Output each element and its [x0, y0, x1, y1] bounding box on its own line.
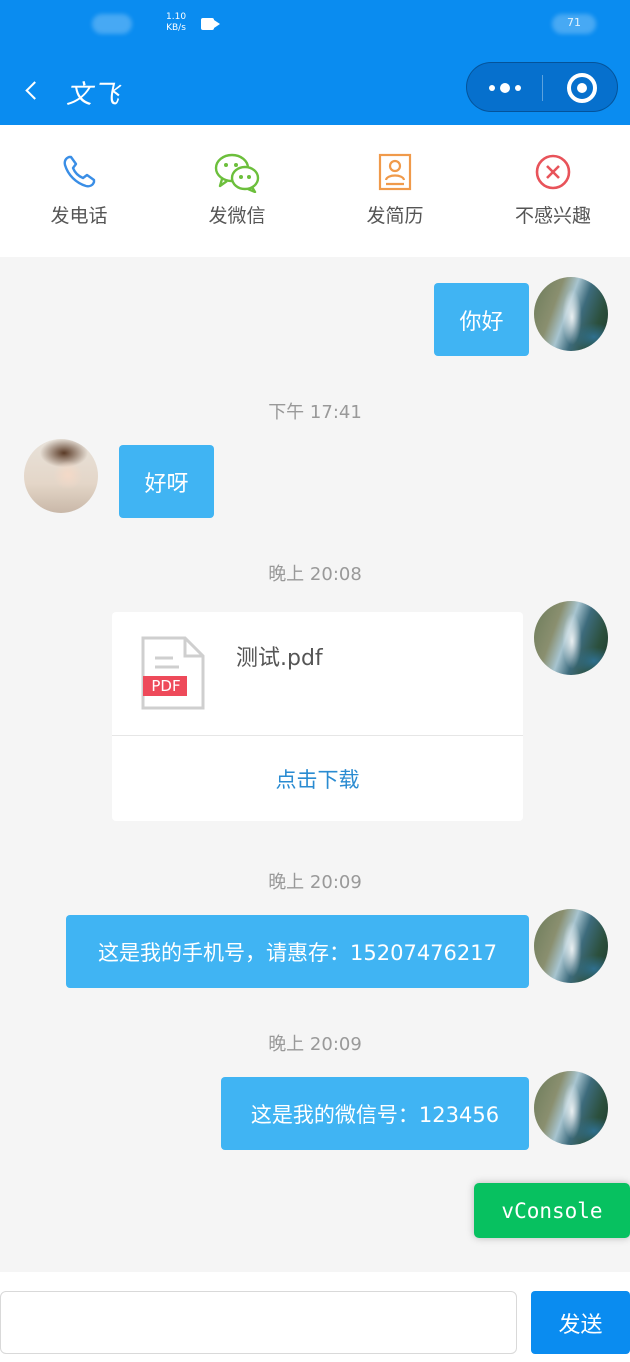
vconsole-button[interactable]: vConsole [474, 1183, 630, 1238]
more-dots-icon [489, 85, 495, 91]
resume-action[interactable]: 发简历 [330, 153, 460, 243]
avatar-self[interactable] [534, 277, 608, 351]
file-message-card[interactable]: PDF 测试.pdf 点击下载 [112, 612, 523, 821]
resume-icon [378, 153, 412, 191]
message-timestamp: 晚上 20:09 [268, 1034, 362, 1055]
message-bubble[interactable]: 这是我的微信号：123456 [221, 1077, 529, 1150]
call-action-label: 发电话 [50, 205, 108, 227]
avatar-self[interactable] [534, 601, 608, 675]
message-timestamp: 晚上 20:08 [268, 564, 362, 585]
avatar-self[interactable] [534, 1071, 608, 1145]
message-bubble[interactable]: 这是我的手机号，请惠存：15207476217 [66, 915, 529, 988]
status-bar: 1.10 KB/s 71 [0, 0, 630, 50]
back-button[interactable] [18, 76, 48, 106]
wechat-action-label: 发微信 [208, 205, 266, 227]
network-speed: 1.10 KB/s [166, 12, 186, 34]
network-speed-value: 1.10 [166, 12, 187, 22]
not-interested-action-label: 不感兴趣 [514, 205, 591, 227]
network-speed-unit: KB/s [166, 23, 186, 33]
resume-action-label: 发简历 [366, 205, 424, 227]
close-miniprogram-button[interactable] [567, 73, 597, 103]
more-menu-button[interactable] [487, 75, 523, 101]
message-bubble[interactable]: 你好 [434, 283, 529, 356]
message-input[interactable] [0, 1291, 517, 1354]
capsule-divider [542, 75, 543, 101]
pdf-file-icon: PDF [141, 636, 205, 710]
more-dots-icon-right [515, 85, 521, 91]
wechat-icon [214, 153, 260, 193]
pdf-badge: PDF [151, 677, 181, 695]
action-bar: 发电话 发微信 发简历 不感兴趣 [0, 125, 630, 257]
send-button[interactable]: 发送 [531, 1291, 630, 1354]
signal-icon [92, 14, 132, 34]
battery-level: 71 [567, 16, 581, 29]
phone-icon [63, 155, 96, 188]
header: 1.10 KB/s 71 文飞 [0, 0, 630, 125]
not-interested-action[interactable]: 不感兴趣 [488, 153, 618, 243]
avatar-self[interactable] [534, 909, 608, 983]
download-link[interactable]: 点击下载 [112, 736, 523, 821]
more-dots-icon-center [500, 83, 510, 93]
wechat-action[interactable]: 发微信 [172, 153, 302, 243]
message-timestamp: 下午 17:41 [268, 402, 362, 423]
call-action[interactable]: 发电话 [14, 153, 144, 243]
message-bubble[interactable]: 好呀 [119, 445, 214, 518]
camera-icon [201, 18, 220, 30]
avatar-peer[interactable] [24, 439, 98, 513]
file-name: 测试.pdf [236, 646, 323, 671]
message-timestamp: 晚上 20:09 [268, 872, 362, 893]
input-bar: 发送 [0, 1272, 630, 1362]
page-title: 文飞 [66, 80, 121, 110]
miniprogram-capsule [466, 62, 618, 112]
close-circle-icon [535, 154, 571, 190]
